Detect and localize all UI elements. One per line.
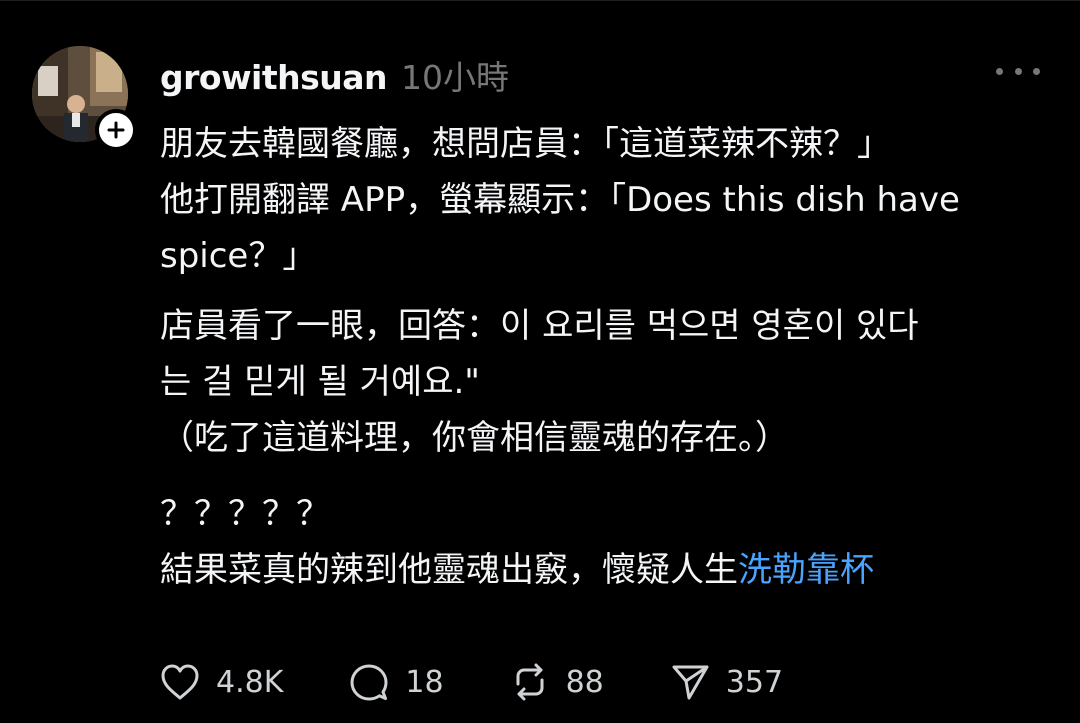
post-actions-bar: 4.8K 18 88 357 [158,659,847,705]
like-count: 4.8K [216,664,284,700]
hashtag-link[interactable]: 洗勒靠杯 [738,550,874,590]
send-icon [672,665,709,700]
comment-button[interactable]: 18 [347,660,444,704]
post-line: 他打開翻譯 APP，螢幕顯示：「Does this dish have [160,180,960,220]
comment-count: 18 [405,664,444,700]
repost-count: 88 [565,664,604,700]
post-body: 朋友去韓國餐廳，想問店員：「這道菜辣不辣？」 他打開翻譯 APP，螢幕顯示：「D… [160,116,1040,598]
repost-icon [516,663,544,701]
post-header: growithsuan 10小時 [160,51,509,97]
repost-button[interactable]: 88 [508,660,604,704]
post-line-text: 結果菜真的辣到他靈魂出竅，懷疑人生 [160,550,738,590]
follow-button[interactable] [95,109,137,151]
more-horizontal-icon [996,67,1003,75]
post-line: 朋友去韓國餐廳，想問店員：「這道菜辣不辣？」 [160,124,891,164]
more-options-button[interactable] [996,61,1040,81]
post-line: ？？？？？ [160,494,330,534]
comment-bubble-icon [350,664,388,701]
post-line: 는 걸 믿게 될 거예요." [160,362,480,402]
plus-icon [107,121,125,139]
heart-icon [161,664,199,700]
post-line: （吃了這道料理，你會相信靈魂的存在。） [160,418,789,458]
share-count: 357 [725,664,784,700]
post-timestamp[interactable]: 10小時 [401,51,509,99]
post-line: 店員看了一眼，回答：이 요리를 먹으면 영혼이 있다 [160,306,919,346]
post-line: spice？」 [160,236,317,276]
like-button[interactable]: 4.8K [158,660,283,704]
post-line: 結果菜真的辣到他靈魂出竅，懷疑人生洗勒靠杯 [160,542,1040,598]
thread-post: growithsuan 10小時 朋友去韓國餐廳，想問店員：「這道菜辣不辣？」 … [0,0,1080,723]
author-avatar-group [32,46,137,151]
share-button[interactable]: 357 [668,660,783,704]
username-link[interactable]: growithsuan [160,58,388,97]
